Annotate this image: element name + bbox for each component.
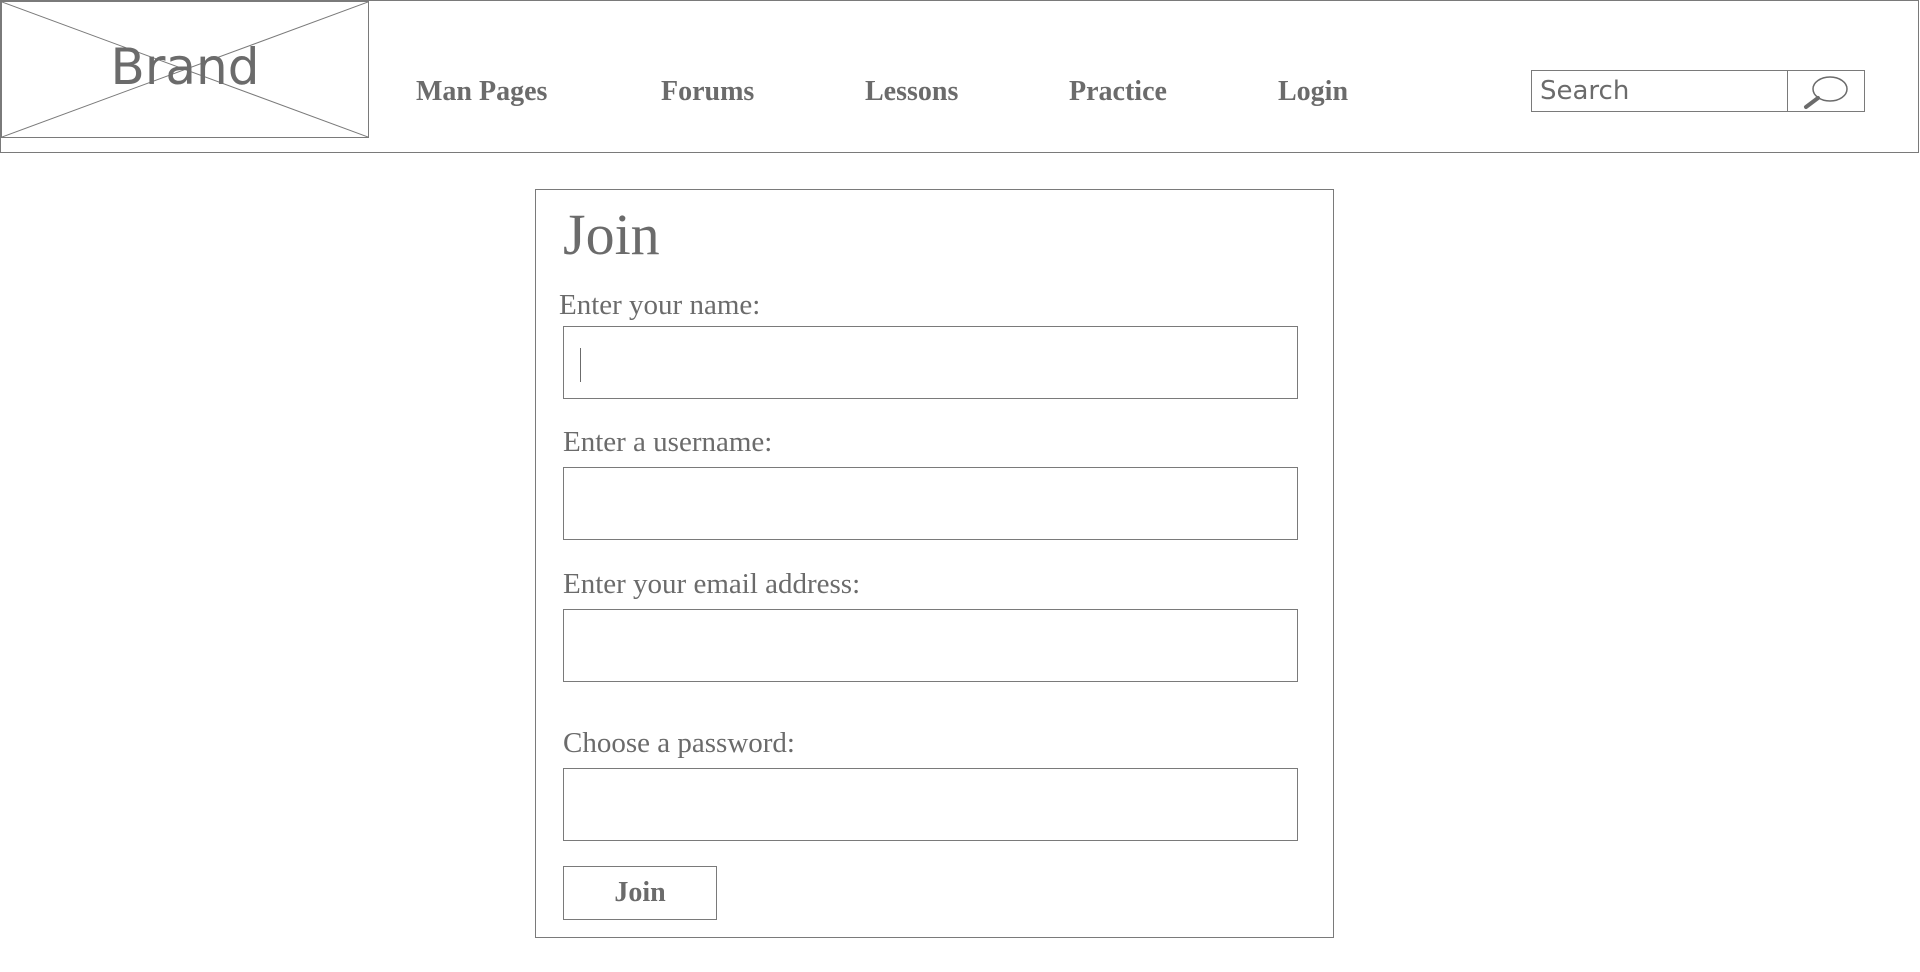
- search-input[interactable]: [1532, 71, 1788, 111]
- search-icon: [1804, 76, 1848, 109]
- site-header: Brand Man Pages Forums Lessons Practice …: [0, 0, 1919, 153]
- search-button[interactable]: [1788, 71, 1864, 111]
- nav-man-pages[interactable]: Man Pages: [416, 78, 547, 106]
- email-label: Enter your email address:: [563, 568, 861, 600]
- password-input[interactable]: [563, 768, 1298, 841]
- username-input[interactable]: [563, 467, 1298, 540]
- username-label: Enter a username:: [563, 426, 773, 458]
- nav-login[interactable]: Login: [1278, 78, 1348, 106]
- brand-name: Brand: [110, 38, 260, 96]
- text-caret: [580, 348, 581, 382]
- brand-logo[interactable]: Brand: [1, 1, 369, 138]
- nav-forums[interactable]: Forums: [661, 78, 754, 106]
- search-box: [1531, 70, 1865, 112]
- join-button[interactable]: Join: [563, 866, 717, 920]
- join-form: Join Enter your name: Enter a username: …: [535, 189, 1334, 938]
- name-input[interactable]: [563, 326, 1298, 399]
- nav-practice[interactable]: Practice: [1069, 78, 1167, 106]
- name-label: Enter your name:: [559, 289, 761, 321]
- password-label: Choose a password:: [563, 727, 795, 759]
- nav-lessons[interactable]: Lessons: [865, 78, 958, 106]
- join-title: Join: [563, 202, 660, 267]
- email-input[interactable]: [563, 609, 1298, 682]
